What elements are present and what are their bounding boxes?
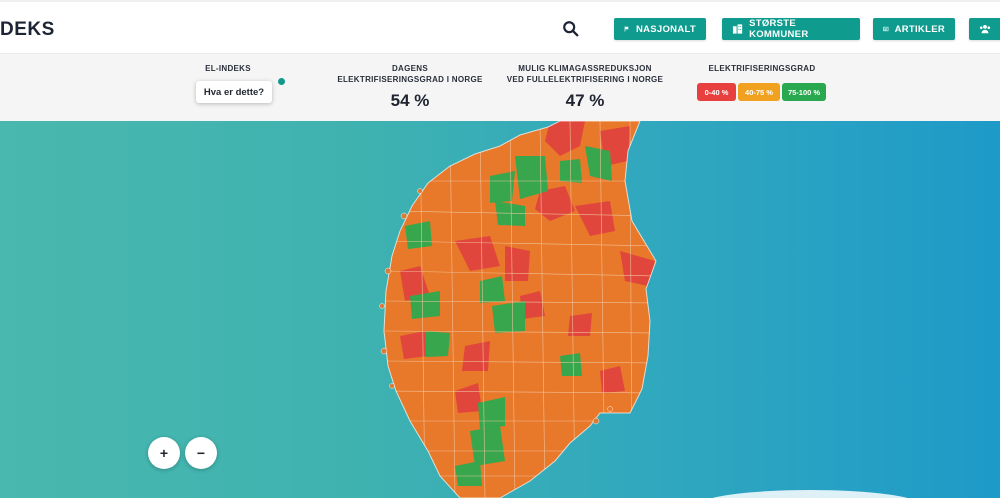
nav-artikler-label: ARTIKLER [894, 23, 945, 35]
norway-map[interactable] [0, 121, 1000, 498]
newspaper-icon [883, 26, 889, 32]
nav-storste-kommuner-button[interactable]: STØRSTE KOMMUNER [722, 18, 860, 40]
zoom-out-button[interactable]: − [185, 437, 217, 469]
legend-label: ELEKTRIFISERINGSGRAD [708, 64, 816, 73]
nav-artikler-button[interactable]: ARTIKLER [873, 18, 955, 40]
nav-users-button[interactable] [969, 18, 1000, 40]
flag-icon [624, 26, 629, 32]
search-icon[interactable] [562, 20, 580, 38]
dagens-label-line1: DAGENS [391, 64, 429, 73]
site-logo[interactable]: DEKS [0, 19, 55, 41]
dagens-label-line2: ELEKTRIFISERINGSGRAD I NORGE [337, 75, 483, 84]
klima-value: 47 % [565, 91, 605, 110]
nav-nasjonalt-label: NASJONALT [635, 23, 696, 35]
nav-nasjonalt-button[interactable]: NASJONALT [614, 18, 706, 40]
top-header: DEKS NASJONALT STØRSTE KOMMUNER ARTIKLER [0, 0, 1000, 54]
status-dot [278, 78, 285, 85]
legend-chip-high[interactable]: 75-100 % [782, 83, 826, 101]
zoom-in-button[interactable]: + [148, 437, 180, 469]
dagens-value: 54 % [390, 91, 430, 110]
klima-label-line2: VED FULLELEKTRIFISERING I NORGE [506, 75, 664, 84]
elindeks-label: EL-INDEKS [205, 64, 251, 73]
klima-label-line1: MULIG KLIMAGASSREDUKSJON [518, 64, 652, 73]
map-area[interactable] [0, 121, 1000, 498]
legend-chip-mid[interactable]: 40-75 % [738, 83, 780, 101]
buildings-icon [732, 24, 743, 34]
hva-er-dette-button[interactable]: Hva er dette? [196, 81, 272, 103]
nav-storste-kommuner-label: STØRSTE KOMMUNER [749, 18, 809, 40]
legend-chip-low[interactable]: 0-40 % [697, 83, 736, 101]
users-icon [979, 24, 991, 34]
